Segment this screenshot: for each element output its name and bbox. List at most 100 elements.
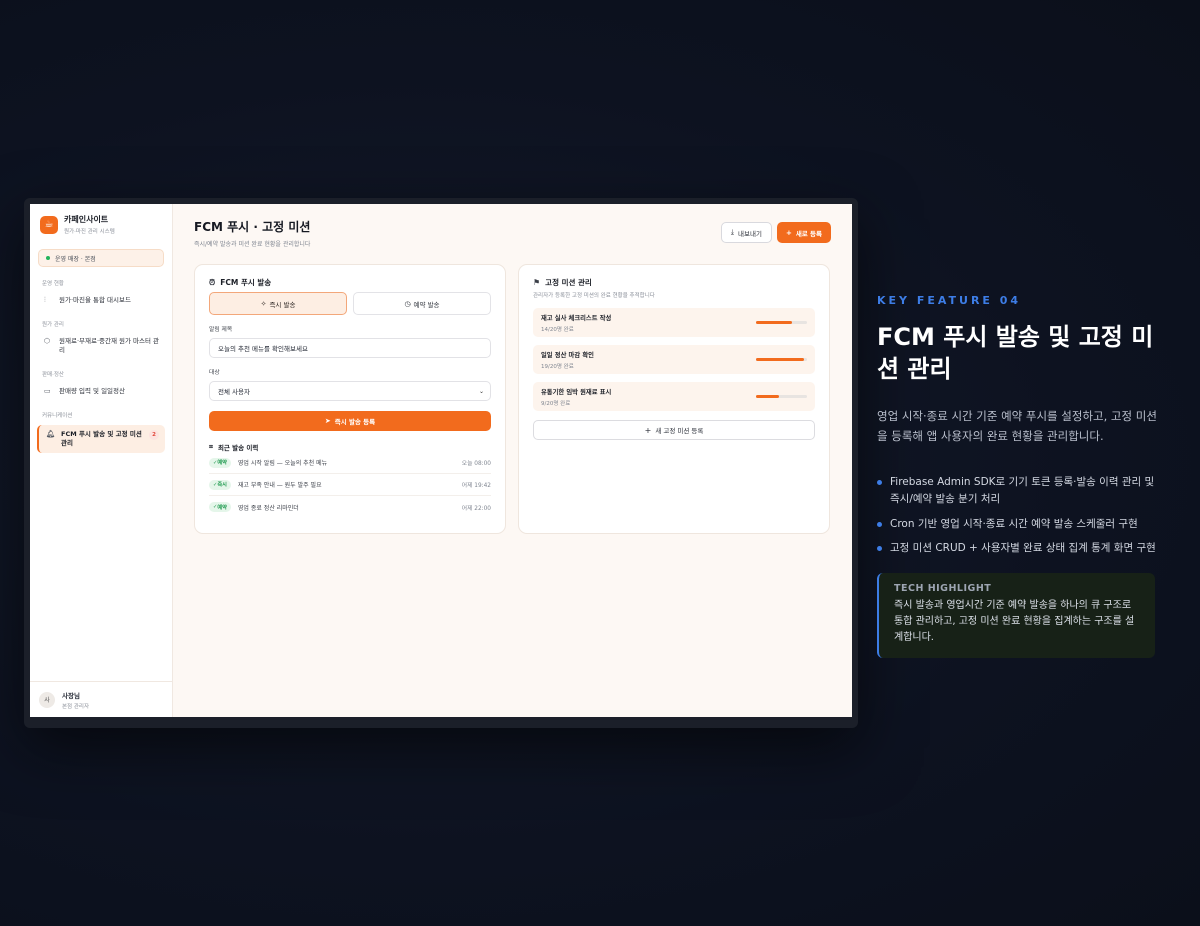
list-item[interactable]: 유통기한 임박 원재료 표시 9/20명 완료 [533,382,815,411]
export-label: 내보내기 [738,229,762,238]
sidebar-item-label: FCM 푸시 발송 및 고정 미션 관리 [61,430,142,448]
status-badge: ✓ 즉시 [209,479,231,490]
history-row[interactable]: ✓ 예약 영업 시작 알림 — 오늘의 추천 메뉴 오늘 08:00 [209,452,491,474]
history-time: 오늘 08:00 [461,461,491,467]
target-field-label: 대상 [209,370,220,376]
mission-name: 유통기한 임박 원재료 표시 [541,388,612,396]
progress-fill [756,321,792,324]
brand-subtitle: 원가·마진 관리 시스템 [64,229,115,235]
user-name: 사장님 [62,691,80,700]
brand-name: 카페인사이트 [64,215,109,224]
header-actions: ⤓ 내보내기 + 새로 등록 [720,222,831,243]
notification-count-badge: 2 [149,430,159,441]
box-icon: ⬡ [44,337,51,346]
tab-instant[interactable]: ✧ 즉시 발송 [209,292,347,315]
nav-section-title: 원가 관리 [42,322,64,329]
tab-scheduled[interactable]: ◷ 예약 발송 [353,292,491,315]
notification-title-input[interactable]: 오늘의 추천 메뉴를 확인해보세요 [209,338,491,358]
feature-bullets: Firebase Admin SDK로 기기 토큰 등록·발송 이력 관리 및 … [877,474,1167,557]
add-mission-button[interactable]: + 새 고정 미션 등록 [533,420,815,440]
sidebar-item-dashboard[interactable]: ⫶ 원가·마진율 통합 대시보드 [30,293,172,308]
paper-plane-icon: ➤ [324,417,331,425]
nav-section-title: 운영 현황 [42,281,64,287]
list-item[interactable]: 재고 실사 체크리스트 작성 14/20명 완료 [533,308,815,337]
status-badge: ✓ 예약 [209,502,231,512]
download-icon: ⤓ [730,228,735,236]
send-mode-tabs: ✧ 즉시 발송 ◷ 예약 발송 [209,292,491,315]
store-selector[interactable]: 운영 매장 · 본점 [38,249,164,267]
history-text: 재고 부족 안내 — 원두 발주 필요 [237,482,322,489]
panel-title-text: FCM 푸시 발송 [220,278,272,287]
list-item: Cron 기반 영업 시작·종료 시간 예약 발송 스케줄러 구현 [877,516,1167,533]
mission-panel-desc: 관리자가 등록한 고정 미션의 완료 현황을 추적합니다 [533,293,655,299]
chart-icon: ⫶ [44,296,46,304]
progress-bar [756,395,807,398]
panels: ⏰︎ FCM 푸시 발송 ✧ 즉시 발송 ◷ 예약 발송 알림 제목 오늘의 추… [194,264,831,534]
avatar: 사 [39,691,55,708]
sidebar-item-label: 원재료·부재료·중간재 원가 마스터 관리 [59,337,160,355]
history-text: 영업 시작 알림 — 오늘의 추천 메뉴 [237,460,328,467]
new-label: 새로 등록 [795,229,822,238]
push-panel-title: ⏰︎ FCM 푸시 발송 [209,277,491,288]
plus-icon: + [785,228,792,237]
tech-highlight: TECH HIGHLIGHT 즉시 발송과 영업시간 기준 예약 발송을 하나의… [877,573,1155,659]
coffee-cup-icon: ☕ [40,215,58,234]
sparkle-icon: ✧ [260,299,267,308]
send-button[interactable]: ➤ 즉시 발송 등록 [209,411,491,431]
sidebar-item-label: 원가·마진율 통합 대시보드 [59,296,131,304]
feature-desc: 영업 시작·종료 시간 기준 예약 푸시를 설정하고, 고정 미션을 등록해 앱… [877,408,1157,443]
bullet-text: Firebase Admin SDK로 기기 토큰 등록·발송 이력 관리 및 … [890,476,1155,505]
bell-icon: 🔔︎ [46,430,55,439]
nav-section-overview: 운영 현황 ⫶ 원가·마진율 통합 대시보드 [30,279,172,308]
sidebar-item-sales[interactable]: ▭ 판매량 입력 및 일일정산 [30,384,172,399]
sidebar: ☕ 카페인사이트 원가·마진 관리 시스템 운영 매장 · 본점 운영 현황 ⫶… [30,204,173,717]
mission-name: 일일 정산 마감 확인 [541,351,594,359]
history-time: 어제 22:00 [461,505,491,512]
mission-count: 19/20명 완료 [541,363,574,370]
progress-bar [756,358,807,361]
feature-title: FCM 푸시 발송 및 고정 미션 관리 [877,323,1154,384]
mission-count: 9/20명 완료 [541,400,571,407]
sidebar-item-cost-master[interactable]: ⬡ 원재료·부재료·중간재 원가 마스터 관리 [30,334,172,358]
history-list: ✓ 예약 영업 시작 알림 — 오늘의 추천 메뉴 오늘 08:00 ✓ 즉시 … [209,452,491,518]
alarm-clock-icon: ⏰︎ [209,277,216,287]
history-title-text: 최근 발송 이력 [217,444,259,452]
history-row[interactable]: ✓ 즉시 재고 부족 안내 — 원두 발주 필요 어제 19:42 [209,474,491,496]
highlight-text: 즉시 발송과 영업시간 기준 예약 발송을 하나의 큐 구조로 통합 관리하고,… [894,600,1135,644]
list-item: 고정 미션 CRUD + 사용자별 완료 상태 집계 통계 화면 구현 [877,540,1167,557]
panel-title-text: 고정 미션 관리 [545,278,592,287]
history-icon: ⌗ [209,442,213,451]
app-window: ☕ 카페인사이트 원가·마진 관리 시스템 운영 매장 · 본점 운영 현황 ⫶… [30,204,852,717]
highlight-label: TECH HIGHLIGHT [894,583,992,595]
nav-section-sales: 판매·정산 ▭ 판매량 입력 및 일일정산 [30,370,172,399]
bullet-text: Cron 기반 영업 시작·종료 시간 예약 발송 스케줄러 구현 [890,517,1138,530]
chevron-down-icon: ⌄ [478,387,484,395]
add-mission-label: 새 고정 미션 등록 [655,427,704,435]
history-title: ⌗ 최근 발송 이력 [209,442,491,453]
list-item[interactable]: 일일 정산 마감 확인 19/20명 완료 [533,345,815,374]
tab-label: 즉시 발송 [269,300,296,309]
tab-label: 예약 발송 [413,300,440,309]
new-button[interactable]: + 새로 등록 [776,222,831,243]
history-time: 어제 19:42 [461,483,491,489]
nav-section-cost: 원가 관리 ⬡ 원재료·부재료·중간재 원가 마스터 관리 [30,320,172,358]
status-badge: ✓ 예약 [209,457,231,468]
history-row[interactable]: ✓ 예약 영업 종료 정산 리마인더 어제 22:00 [209,496,491,518]
mission-panel: ⚑ 고정 미션 관리 관리자가 등록한 고정 미션의 완료 현황을 추적합니다 … [518,264,830,534]
bullet-text: 고정 미션 CRUD + 사용자별 완료 상태 집계 통계 화면 구현 [890,542,1156,555]
clock-icon: ◷ [404,299,411,308]
progress-fill [756,358,805,361]
flag-icon: ⚑ [533,278,541,287]
mission-list: 재고 실사 체크리스트 작성 14/20명 완료 일일 정산 마감 확인 19/… [533,308,815,411]
export-button[interactable]: ⤓ 내보내기 [720,222,772,243]
brand: ☕ 카페인사이트 원가·마진 관리 시스템 [30,204,172,235]
target-select[interactable]: 전체 사용자 ⌄ [209,381,491,401]
bullet-dot-icon [877,480,882,486]
bullet-dot-icon [877,546,882,552]
list-item: Firebase Admin SDK로 기기 토큰 등록·발송 이력 관리 및 … [877,474,1167,508]
user-profile[interactable]: 사 사장님 본점 관리자 [30,681,173,717]
nav-section-communication: 커뮤니케이션 🔔︎ FCM 푸시 발송 및 고정 미션 관리 2 [30,411,172,453]
sidebar-item-fcm[interactable]: 🔔︎ FCM 푸시 발송 및 고정 미션 관리 2 [37,425,165,453]
plus-icon: + [644,425,652,435]
mission-count: 14/20명 완료 [541,326,574,333]
